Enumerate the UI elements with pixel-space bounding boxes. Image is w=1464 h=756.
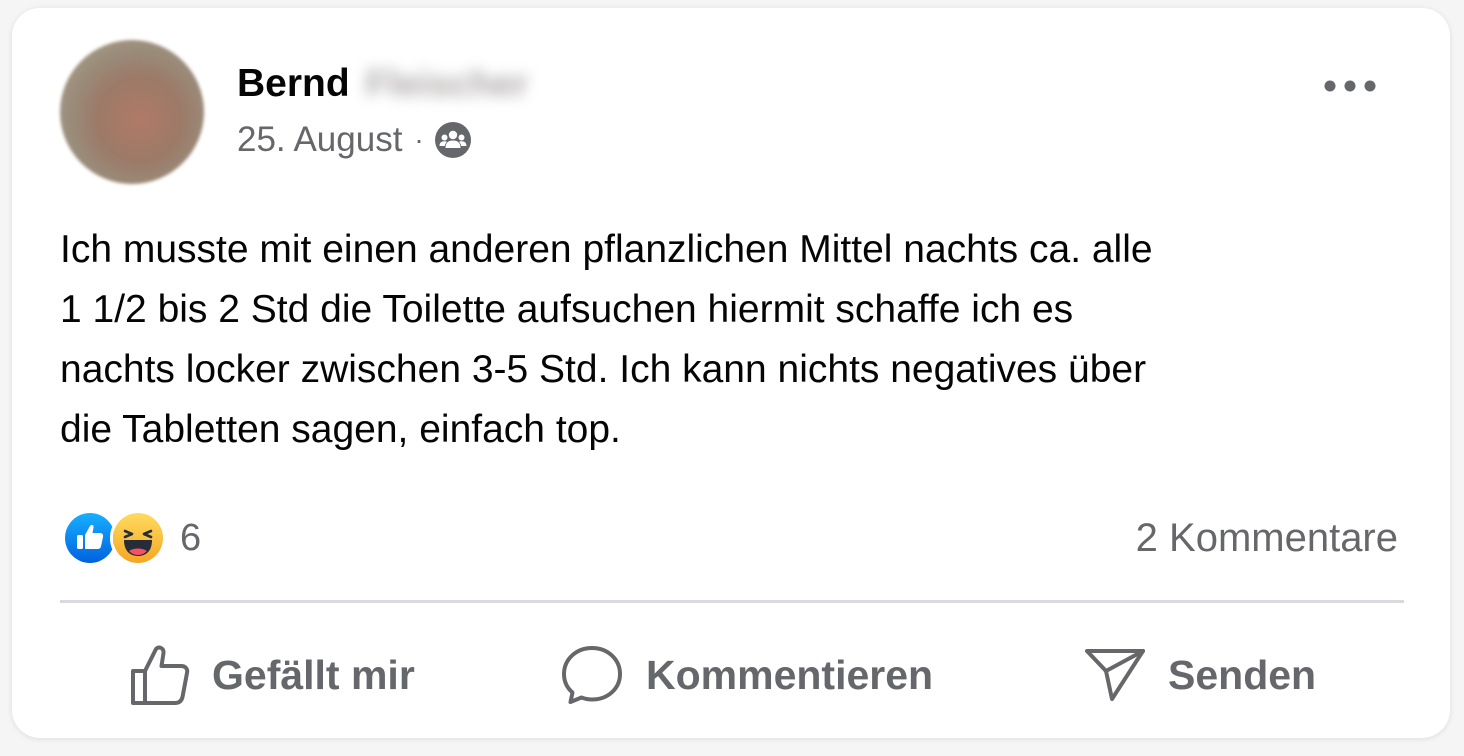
reaction-count: 6	[180, 516, 202, 559]
comment-button[interactable]: Kommentieren	[560, 633, 933, 717]
post-text: Ich musste mit einen anderen pflanzliche…	[60, 228, 1153, 451]
author-name-row: Bernd Fleischer	[237, 60, 528, 108]
author-surname-blurred: Fleischer	[365, 63, 529, 104]
like-button[interactable]: Gefällt mir	[130, 633, 415, 717]
comment-bubble-icon	[560, 644, 624, 706]
meta-separator: ·	[414, 124, 424, 155]
send-icon	[1084, 647, 1146, 703]
action-bar: Gefällt mir Kommentieren Senden	[60, 633, 1404, 717]
more-options-button[interactable]	[1320, 68, 1380, 108]
post-date[interactable]: 25. August	[237, 120, 402, 160]
haha-reaction-icon	[110, 510, 166, 566]
comment-count-link[interactable]: 2 Kommentare	[1136, 510, 1398, 566]
author-name[interactable]: Bernd	[237, 62, 350, 106]
divider	[60, 600, 1404, 603]
author-avatar[interactable]	[60, 40, 204, 184]
reactions-summary[interactable]: 6	[62, 508, 201, 568]
like-label: Gefällt mir	[212, 651, 415, 698]
post-meta: 25. August ·	[237, 118, 472, 162]
thumbs-up-icon	[130, 644, 190, 706]
send-label: Senden	[1168, 651, 1317, 698]
post-card: Bernd Fleischer 25. August · Ich musste …	[12, 8, 1450, 738]
send-button[interactable]: Senden	[1084, 633, 1316, 717]
comment-label: Kommentieren	[646, 651, 934, 698]
more-options-icon	[1323, 79, 1377, 98]
group-icon[interactable]	[434, 121, 472, 159]
